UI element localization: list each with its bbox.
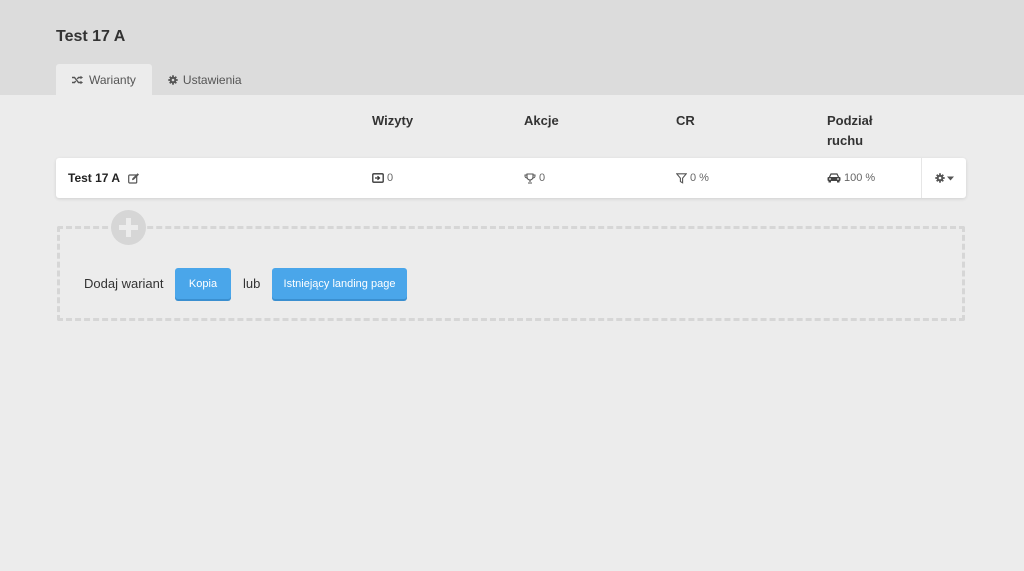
- variant-name: Test 17 A: [68, 158, 140, 198]
- plus-circle-icon: [111, 210, 146, 245]
- cr-value: 0 %: [690, 172, 709, 184]
- column-header-traffic: Podział ruchu: [827, 111, 873, 151]
- column-header-visits: Wizyty: [372, 113, 414, 128]
- or-label: lub: [243, 276, 261, 291]
- actions-cell: 0: [524, 158, 545, 198]
- column-header-actions: Akcje: [524, 113, 559, 128]
- table-row: Test 17 A 0 0 0 % 100 %: [56, 158, 966, 198]
- visits-cell: 0: [372, 158, 393, 198]
- login-icon: [372, 173, 384, 183]
- page-title: Test 17 A: [56, 28, 126, 45]
- shuffle-icon: [72, 75, 83, 84]
- actions-value: 0: [539, 172, 546, 184]
- column-header-traffic-line2: ruchu: [827, 133, 864, 148]
- tab-warianty[interactable]: Warianty: [56, 64, 152, 95]
- header: Test 17 A Warianty Ustawienia: [0, 0, 1024, 95]
- column-header-traffic-line1: Podział: [827, 113, 873, 128]
- copy-button[interactable]: Kopia: [175, 268, 231, 299]
- variant-name-label: Test 17 A: [68, 171, 121, 185]
- gear-icon: [934, 173, 945, 183]
- tab-bar: Warianty Ustawienia: [56, 64, 258, 95]
- car-icon: [827, 173, 841, 183]
- traffic-value: 100 %: [844, 172, 876, 184]
- cr-cell: 0 %: [676, 158, 709, 198]
- traffic-cell: 100 %: [827, 158, 875, 198]
- trophy-icon: [524, 172, 536, 184]
- filter-icon: [676, 172, 687, 184]
- tab-ustawienia[interactable]: Ustawienia: [152, 64, 258, 95]
- visits-value: 0: [387, 172, 394, 184]
- existing-landing-page-button[interactable]: Istniejący landing page: [272, 268, 407, 299]
- edit-icon[interactable]: [128, 172, 140, 184]
- column-header-cr: CR: [676, 113, 695, 128]
- add-variant-label: Dodaj wariant: [84, 276, 164, 291]
- row-settings-dropdown[interactable]: [921, 158, 966, 198]
- tab-ustawienia-label: Ustawienia: [182, 72, 242, 87]
- caret-down-icon: [946, 176, 954, 180]
- gear-icon: [168, 74, 178, 85]
- tab-warianty-label: Warianty: [89, 72, 136, 87]
